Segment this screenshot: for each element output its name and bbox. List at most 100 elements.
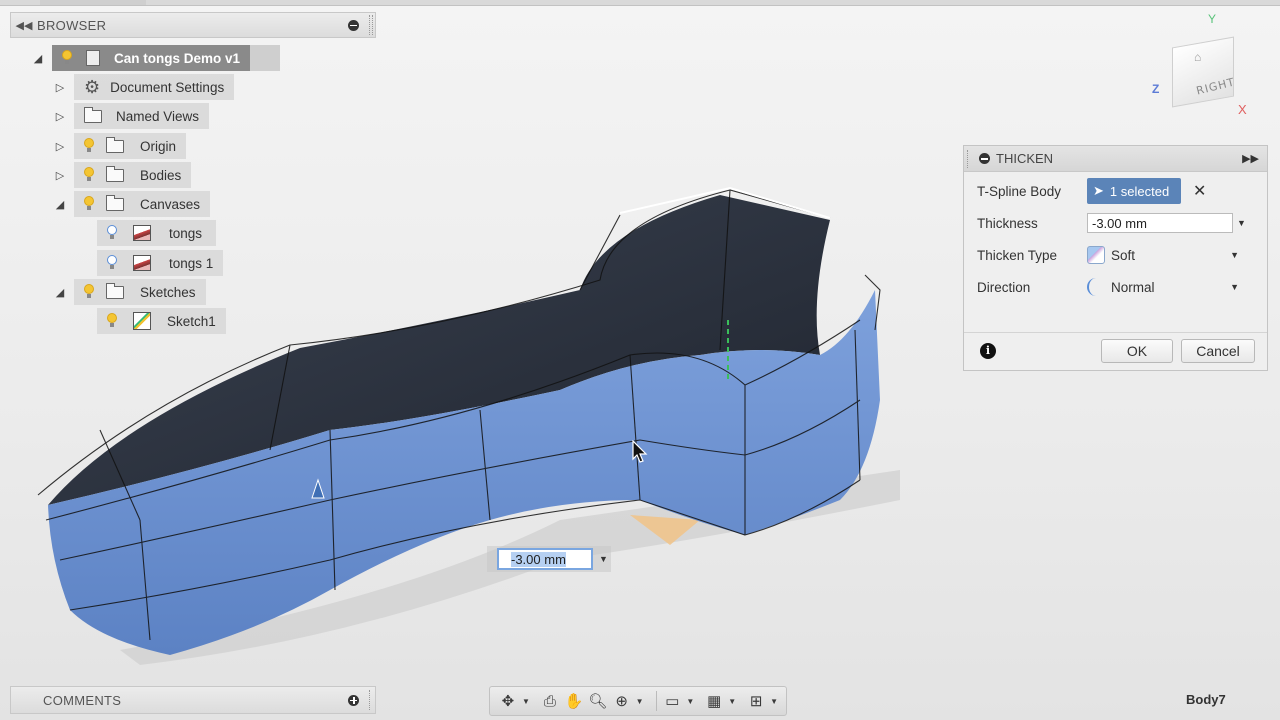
resize-grip[interactable] xyxy=(369,690,373,710)
view-cube[interactable]: Y ⌂ RIGHT Z X xyxy=(1150,12,1260,122)
tree-item-chip[interactable]: tongs xyxy=(97,220,217,246)
dialog-title: THICKEN xyxy=(996,151,1054,166)
chevron-down-icon[interactable]: ▼ xyxy=(514,689,538,713)
axis-z-label: Z xyxy=(1152,82,1160,96)
collapsed-triangle-icon[interactable]: ▷ xyxy=(52,138,68,154)
cancel-button[interactable]: Cancel xyxy=(1181,339,1255,363)
tree-item-chip[interactable]: tongs 1 xyxy=(97,250,224,276)
direction-row: Direction Normal ▼ xyxy=(977,274,1245,300)
tree-item-label: Sketches xyxy=(140,284,196,300)
activate-component-button[interactable] xyxy=(250,45,281,71)
clear-selection-icon[interactable]: ✕ xyxy=(1193,181,1206,201)
tree-item-chip[interactable]: Bodies xyxy=(74,162,192,188)
tree-item-chip[interactable]: Sketch1 xyxy=(97,308,226,334)
zoom-icon[interactable]: 🔍︎ xyxy=(586,689,610,713)
lightbulb-off-icon[interactable] xyxy=(105,255,119,271)
chevron-down-icon[interactable]: ▼ xyxy=(762,689,786,713)
minimize-icon[interactable] xyxy=(348,19,359,31)
direction-select[interactable]: Normal ▼ xyxy=(1087,275,1245,299)
lightbulb-icon[interactable] xyxy=(82,167,96,183)
tree-item-canvas-tongs-1[interactable]: tongs 1 xyxy=(97,250,224,276)
pan-icon[interactable]: ✋ xyxy=(562,689,586,713)
folder-icon xyxy=(106,165,124,182)
tspline-body-row: T-Spline Body ➤ 1 selected ✕ xyxy=(977,178,1206,204)
minimize-icon[interactable] xyxy=(979,153,990,164)
thicken-type-label: Thicken Type xyxy=(977,247,1058,263)
tree-item-label: Sketch1 xyxy=(167,313,216,329)
lightbulb-icon[interactable] xyxy=(60,50,74,66)
tree-item-chip[interactable]: Canvases xyxy=(74,191,211,217)
arrow-cursor-icon: ➤ xyxy=(1093,183,1104,198)
navigation-toolbar: ✥ ▼ ⎙ ✋ 🔍︎ ⊕ ▼ ▭ ▼ ▦ ▼ ⊞ ▼ xyxy=(489,686,787,716)
chevron-down-icon[interactable]: ▼ xyxy=(1237,218,1246,228)
tree-item-sketches[interactable]: ◢ Sketches xyxy=(52,279,206,305)
tree-root-row[interactable]: ◢ Can tongs Demo v1 xyxy=(30,45,281,71)
chevron-down-icon[interactable]: ▼ xyxy=(628,689,652,713)
tree-item-chip[interactable]: ⚙ Document Settings xyxy=(74,74,235,100)
tree-item-chip[interactable]: Sketches xyxy=(74,279,206,305)
thicken-type-select[interactable]: Soft ▼ xyxy=(1087,243,1245,267)
dialog-grip[interactable] xyxy=(967,149,971,168)
chevron-down-icon[interactable]: ▼ xyxy=(599,554,608,564)
mouse-pointer-icon xyxy=(632,440,648,463)
tree-root-item[interactable]: Can tongs Demo v1 xyxy=(52,45,251,71)
tree-item-named-views[interactable]: ▷ Named Views xyxy=(52,103,210,129)
collapse-panel-icon[interactable]: ◀◀ xyxy=(11,19,37,32)
lightbulb-icon[interactable] xyxy=(82,138,96,154)
browser-title: BROWSER xyxy=(37,17,107,33)
thickness-label: Thickness xyxy=(977,215,1038,231)
tree-item-bodies[interactable]: ▷ Bodies xyxy=(52,162,192,188)
expanded-triangle-icon[interactable]: ◢ xyxy=(30,50,46,66)
component-icon xyxy=(86,50,100,66)
lightbulb-icon[interactable] xyxy=(82,196,96,212)
lightbulb-off-icon[interactable] xyxy=(105,225,119,241)
sketch-icon xyxy=(133,312,151,330)
axis-y-label: Y xyxy=(1208,12,1217,26)
folder-icon xyxy=(84,106,102,123)
chevron-down-icon[interactable]: ▼ xyxy=(678,689,702,713)
direction-value: Normal xyxy=(1111,279,1155,295)
dialog-header[interactable]: THICKEN ▶▶ xyxy=(964,146,1267,172)
expanded-triangle-icon[interactable]: ◢ xyxy=(52,284,68,300)
view-cube-face[interactable] xyxy=(1172,36,1234,108)
canvas-thickness-input[interactable]: -3.00 mm xyxy=(497,548,593,570)
browser-panel-header[interactable]: ◀◀ BROWSER xyxy=(10,12,376,38)
tree-item-label: Bodies xyxy=(140,167,182,183)
body-selection-button[interactable]: ➤ 1 selected xyxy=(1087,178,1181,204)
chevron-down-icon[interactable]: ▼ xyxy=(1230,282,1239,292)
ok-button[interactable]: OK xyxy=(1101,339,1173,363)
selection-count: 1 selected xyxy=(1109,183,1170,199)
collapsed-triangle-icon[interactable]: ▷ xyxy=(52,108,68,124)
canvas-thickness-value: -3.00 mm xyxy=(511,551,566,567)
tree-item-sketch1[interactable]: Sketch1 xyxy=(97,308,226,334)
expand-icon[interactable]: ▶▶ xyxy=(1242,152,1259,165)
tree-item-label: tongs 1 xyxy=(169,255,214,271)
thickness-input[interactable] xyxy=(1087,213,1233,233)
tree-item-label: Origin xyxy=(140,138,177,154)
soft-type-icon xyxy=(1087,246,1105,264)
comments-panel[interactable]: COMMENTS xyxy=(10,686,376,714)
tree-item-chip[interactable]: Named Views xyxy=(74,103,210,129)
tspline-body-label: T-Spline Body xyxy=(977,183,1062,199)
tree-item-chip[interactable]: Origin xyxy=(74,133,187,159)
collapsed-triangle-icon[interactable]: ▷ xyxy=(52,79,68,95)
tree-item-origin[interactable]: ▷ Origin xyxy=(52,133,187,159)
tree-item-document-settings[interactable]: ▷ ⚙ Document Settings xyxy=(52,74,235,100)
canvas-image-icon xyxy=(133,255,151,271)
chevron-down-icon[interactable]: ▼ xyxy=(720,689,744,713)
info-icon[interactable]: i xyxy=(980,343,996,359)
resize-grip[interactable] xyxy=(369,15,373,35)
add-comment-icon[interactable] xyxy=(348,694,359,706)
look-at-icon[interactable]: ⎙ xyxy=(538,689,562,713)
lightbulb-icon[interactable] xyxy=(82,284,96,300)
tree-item-canvases[interactable]: ◢ Canvases xyxy=(52,191,211,217)
expanded-triangle-icon[interactable]: ◢ xyxy=(52,196,68,212)
thicken-dialog: THICKEN ▶▶ T-Spline Body ➤ 1 selected ✕ … xyxy=(963,145,1268,371)
home-icon[interactable]: ⌂ xyxy=(1194,50,1201,64)
chevron-down-icon[interactable]: ▼ xyxy=(1230,250,1239,260)
folder-icon xyxy=(106,194,124,211)
collapsed-triangle-icon[interactable]: ▷ xyxy=(52,167,68,183)
tree-item-canvas-tongs[interactable]: tongs xyxy=(97,220,217,246)
lightbulb-icon[interactable] xyxy=(105,313,119,329)
dialog-footer: i OK Cancel xyxy=(964,332,1267,370)
